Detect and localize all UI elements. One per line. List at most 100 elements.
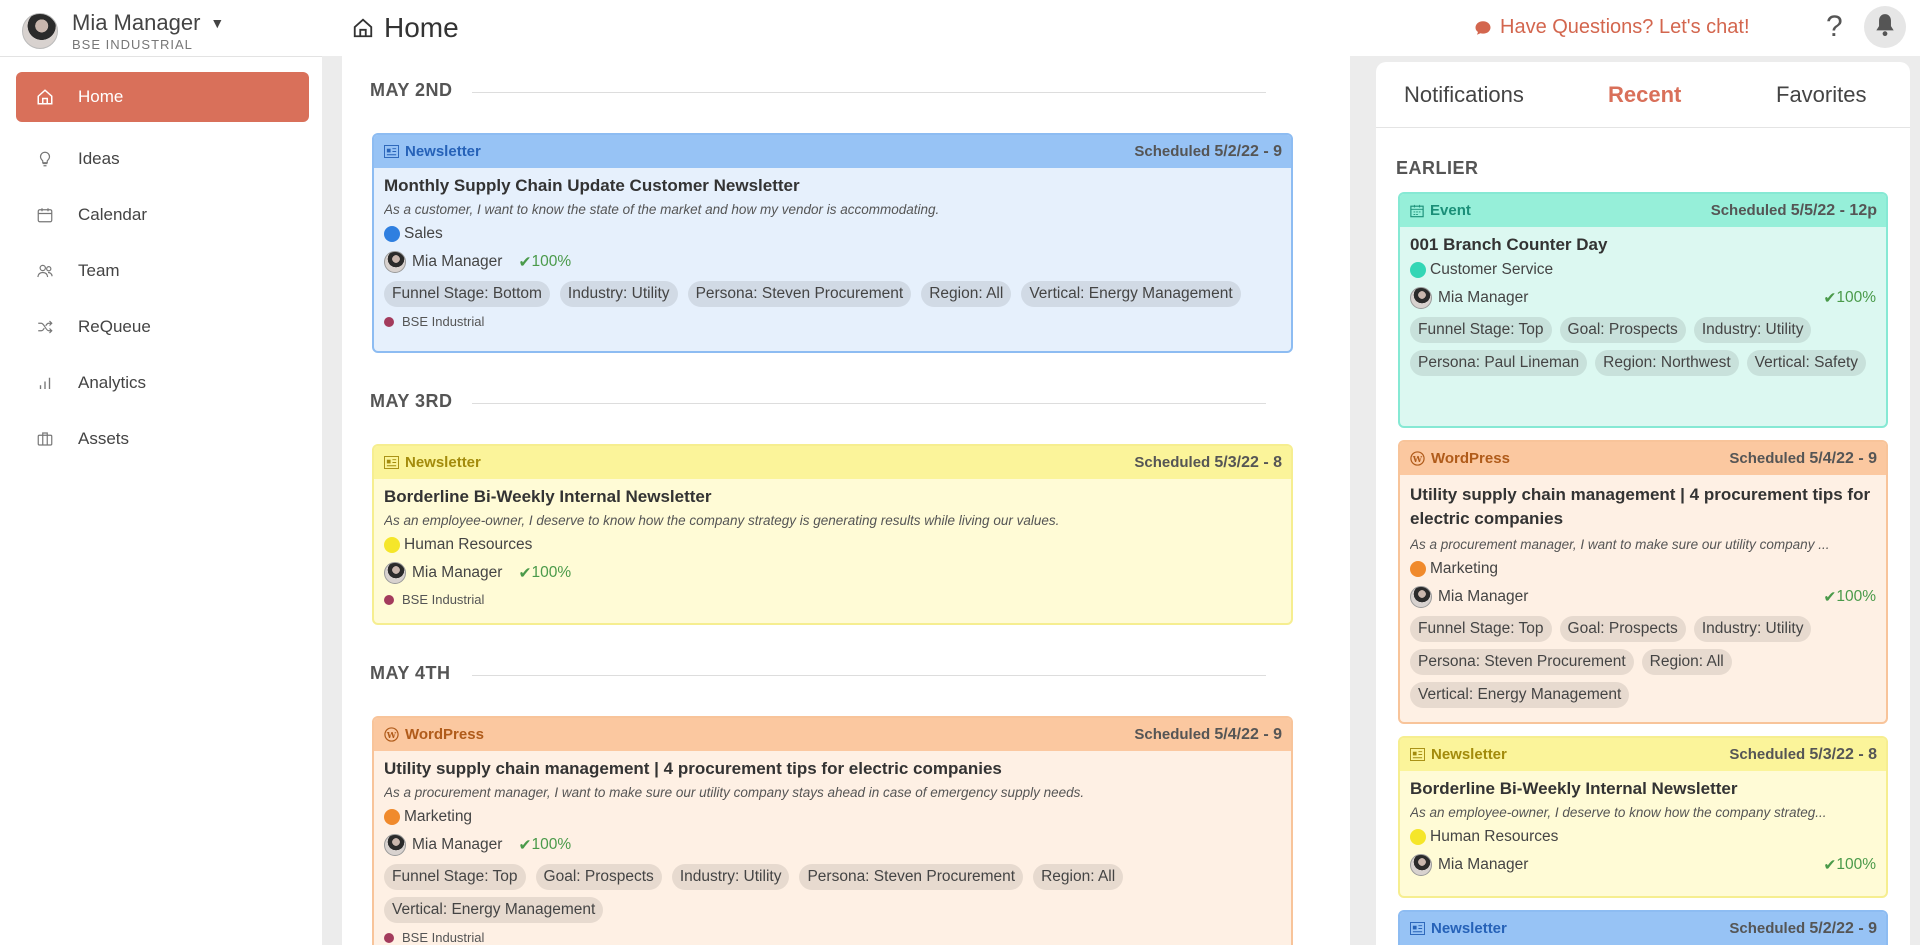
sidebar: Home Ideas Calendar Team ReQueue Analyti…: [0, 56, 322, 945]
card-header: Event Scheduled 5/5/22 - 12p: [1400, 194, 1886, 227]
newsletter-icon: [384, 145, 399, 158]
card-type: Newsletter: [405, 454, 481, 471]
sidebar-item-home[interactable]: Home: [16, 72, 309, 122]
card-description: As a customer, I want to know the state …: [384, 202, 940, 217]
sched-label: Scheduled: [1134, 725, 1211, 743]
sidebar-item-requeue[interactable]: ReQueue: [16, 302, 309, 352]
tag[interactable]: Region: Northwest: [1595, 350, 1739, 376]
content-card[interactable]: Newsletter Scheduled 5/2/22 - 9: [1398, 910, 1888, 945]
tag[interactable]: Industry: Utility: [559, 281, 678, 307]
chevron-down-icon[interactable]: ▼: [210, 15, 224, 31]
avatar: [1410, 586, 1432, 608]
org-dot: [384, 932, 394, 943]
owner-name: Mia Manager: [1438, 856, 1529, 873]
notifications-button[interactable]: [1864, 6, 1906, 48]
tag[interactable]: Persona: Steven Procurement: [799, 864, 1024, 890]
department-dot: [1410, 829, 1426, 845]
content-card[interactable]: Newsletter Scheduled 5/2/22 - 9 Monthly …: [372, 133, 1293, 353]
content-card[interactable]: Event Scheduled 5/5/22 - 12p 001 Branch …: [1398, 192, 1888, 428]
tag[interactable]: Vertical: Energy Management: [1021, 281, 1241, 307]
card-owner: Mia Manager ✔ 100%: [1410, 287, 1876, 309]
day-label: MAY 3RD: [370, 391, 453, 411]
card-title[interactable]: Borderline Bi-Weekly Internal Newsletter: [384, 487, 1281, 507]
sidebar-item-label: Home: [78, 87, 124, 106]
page-title-text: Home: [384, 12, 459, 43]
content-card[interactable]: W WordPress Scheduled 5/4/22 - 9 Utility …: [372, 716, 1293, 945]
tag[interactable]: Persona: Steven Procurement: [1410, 649, 1634, 675]
content-card[interactable]: Newsletter Scheduled 5/3/22 - 8 Borderli…: [372, 444, 1293, 625]
card-owner: Mia Manager ✔ 100%: [1410, 586, 1876, 608]
avatar: [384, 562, 406, 584]
chat-link[interactable]: Have Questions? Let's chat!: [1474, 16, 1750, 39]
tag[interactable]: Goal: Prospects: [1559, 616, 1686, 642]
user-menu[interactable]: Mia Manager ▼ BSE INDUSTRIAL: [22, 10, 224, 52]
tag-list: Funnel Stage: Top Goal: Prospects Indust…: [1410, 616, 1876, 708]
tab-notifications[interactable]: Notifications: [1404, 82, 1524, 108]
tag[interactable]: Vertical: Safety: [1746, 350, 1867, 376]
card-schedule: Scheduled 5/4/22 - 9: [1729, 450, 1877, 468]
progress-value: 100%: [531, 253, 572, 270]
sidebar-item-team[interactable]: Team: [16, 246, 309, 296]
card-schedule: Scheduled 5/2/22 - 9: [1729, 920, 1877, 938]
card-title[interactable]: Utility supply chain management | 4 proc…: [384, 759, 1281, 779]
tag[interactable]: Region: All: [1641, 649, 1732, 675]
card-description: As an employee-owner, I deserve to know …: [384, 513, 1060, 528]
wordpress-icon: W: [1410, 451, 1425, 466]
owner-name: Mia Manager: [1438, 289, 1529, 306]
card-owner: Mia Manager ✔ 100%: [384, 562, 1281, 584]
divider: [472, 92, 1266, 93]
tag[interactable]: Industry: Utility: [1693, 317, 1812, 343]
tag[interactable]: Goal: Prospects: [535, 864, 662, 890]
tag[interactable]: Region: All: [1033, 864, 1124, 890]
card-title[interactable]: Borderline Bi-Weekly Internal Newsletter: [1410, 779, 1876, 799]
card-title[interactable]: 001 Branch Counter Day: [1410, 235, 1876, 255]
tag[interactable]: Funnel Stage: Top: [1410, 616, 1552, 642]
chat-link-label: Have Questions? Let's chat!: [1500, 16, 1750, 38]
tab-recent[interactable]: Recent: [1608, 82, 1681, 108]
tag[interactable]: Funnel Stage: Top: [384, 864, 526, 890]
help-icon[interactable]: ?: [1826, 10, 1843, 44]
tag[interactable]: Region: All: [921, 281, 1012, 307]
department-dot: [384, 226, 400, 242]
sched-label: Scheduled: [1729, 449, 1806, 467]
card-title[interactable]: Utility supply chain management | 4 proc…: [1410, 483, 1876, 531]
tab-favorites[interactable]: Favorites: [1776, 82, 1866, 108]
content-card[interactable]: Newsletter Scheduled 5/3/22 - 8 Borderli…: [1398, 736, 1888, 898]
chat-bubble-icon: [1474, 19, 1492, 37]
card-type: Newsletter: [1431, 746, 1507, 763]
panel-tabs: Notifications Recent Favorites: [1376, 62, 1910, 128]
tag[interactable]: Funnel Stage: Top: [1410, 317, 1552, 343]
tag[interactable]: Industry: Utility: [671, 864, 790, 890]
card-schedule: Scheduled 5/5/22 - 12p: [1711, 202, 1877, 220]
divider: [472, 403, 1266, 404]
wordpress-icon: W: [384, 727, 399, 742]
card-title[interactable]: Monthly Supply Chain Update Customer New…: [384, 176, 1281, 196]
sched-label: Scheduled: [1710, 201, 1787, 219]
tag[interactable]: Vertical: Energy Management: [384, 897, 604, 923]
progress-status: ✔ 100%: [518, 836, 571, 855]
card-header: Newsletter Scheduled 5/2/22 - 9: [374, 135, 1291, 168]
department: Sales: [384, 225, 1281, 243]
tag[interactable]: Goal: Prospects: [1559, 317, 1686, 343]
tag[interactable]: Industry: Utility: [1693, 616, 1812, 642]
day-header: MAY 4TH: [370, 663, 1266, 684]
card-type: Event: [1430, 202, 1471, 219]
tag[interactable]: Vertical: Energy Management: [1410, 682, 1630, 708]
card-org: BSE Industrial: [384, 592, 1281, 607]
sched-value: 5/4/22 - 9: [1214, 725, 1282, 743]
sidebar-item-ideas[interactable]: Ideas: [16, 134, 309, 184]
sidebar-item-assets[interactable]: Assets: [16, 414, 309, 464]
content-card[interactable]: W WordPress Scheduled 5/4/22 - 9 Utility …: [1398, 440, 1888, 724]
tag[interactable]: Funnel Stage: Bottom: [384, 281, 550, 307]
tag[interactable]: Persona: Steven Procurement: [687, 281, 912, 307]
owner-name: Mia Manager: [1438, 588, 1529, 605]
tag-list: Funnel Stage: Top Goal: Prospects Indust…: [384, 864, 1281, 923]
department-dot: [1410, 561, 1426, 577]
sidebar-item-analytics[interactable]: Analytics: [16, 358, 309, 408]
sidebar-item-calendar[interactable]: Calendar: [16, 190, 309, 240]
progress-value: 100%: [1836, 289, 1876, 306]
org-dot: [384, 316, 394, 327]
department-label: Sales: [404, 225, 443, 242]
tag[interactable]: Persona: Paul Lineman: [1410, 350, 1588, 376]
briefcase-icon: [34, 430, 56, 448]
